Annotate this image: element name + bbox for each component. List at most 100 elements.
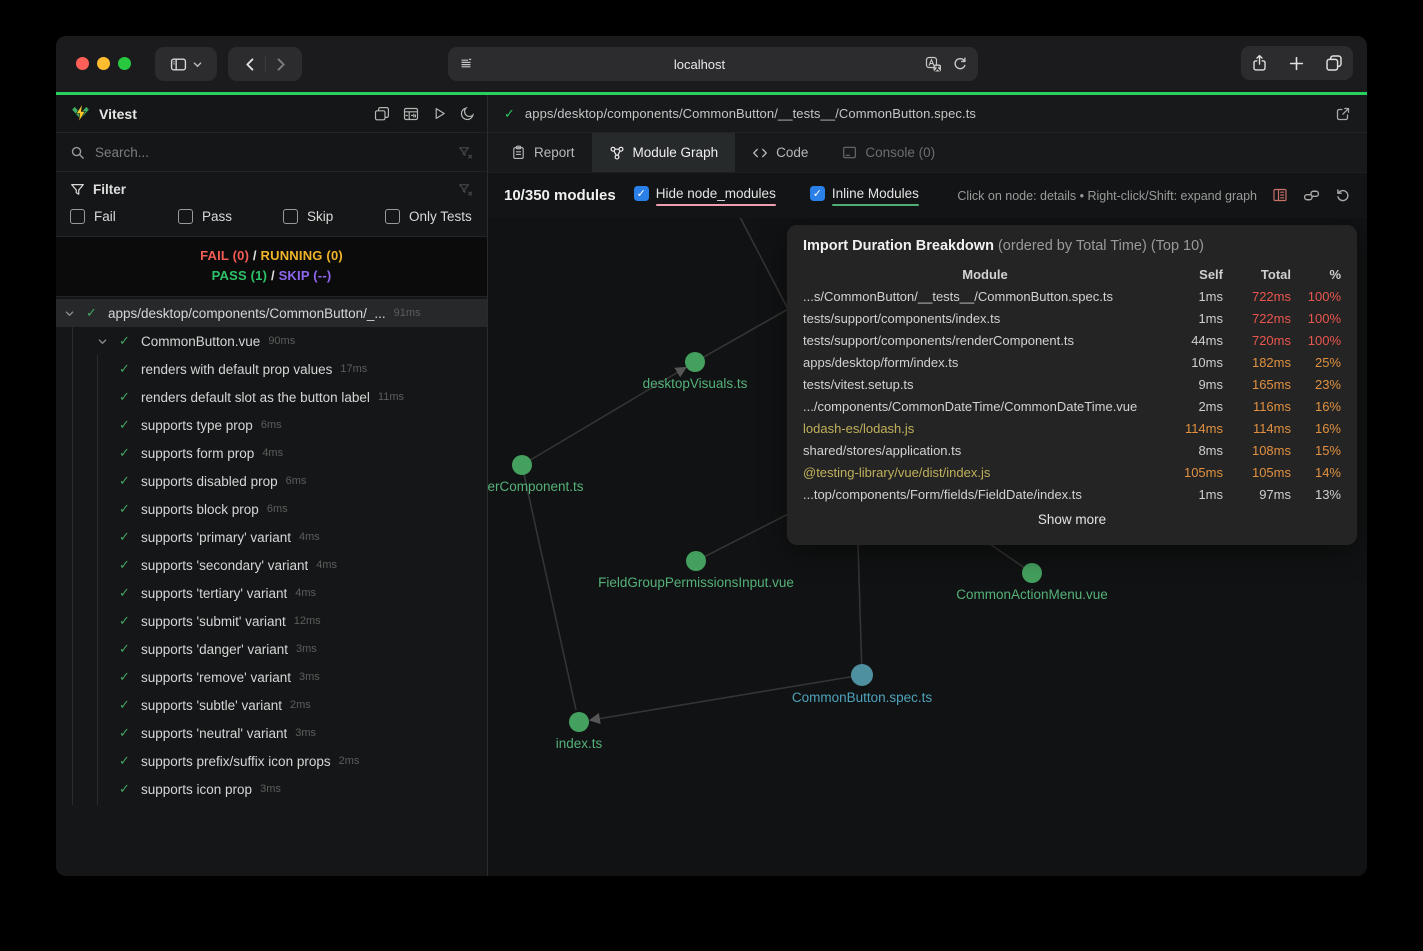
test-suite-row[interactable]: ✓CommonButton.vue90ms bbox=[56, 327, 487, 355]
table-row[interactable]: .../components/CommonDateTime/CommonDate… bbox=[803, 395, 1341, 417]
test-case-row[interactable]: ✓supports icon prop3ms bbox=[56, 775, 487, 803]
graph-edge bbox=[695, 308, 790, 362]
pass-check-icon: ✓ bbox=[119, 417, 141, 433]
checkbox-icon[interactable] bbox=[178, 209, 193, 224]
legend-icon[interactable] bbox=[1272, 187, 1288, 204]
test-file-row[interactable]: ✓apps/desktop/components/CommonButton/_.… bbox=[56, 299, 487, 327]
tab-report[interactable]: Report bbox=[494, 133, 592, 172]
test-case-row[interactable]: ✓supports 'subtle' variant2ms bbox=[56, 691, 487, 719]
graph-node-CommonButtonSpec[interactable] bbox=[851, 664, 873, 686]
show-more-button[interactable]: Show more bbox=[803, 512, 1341, 527]
back-icon[interactable] bbox=[242, 56, 259, 73]
expand-graph-icon[interactable] bbox=[1303, 187, 1320, 204]
test-case-row[interactable]: ✓supports 'primary' variant4ms bbox=[56, 523, 487, 551]
checkbox-icon[interactable] bbox=[70, 209, 85, 224]
table-row[interactable]: tests/support/components/renderComponent… bbox=[803, 329, 1341, 351]
fail-count: FAIL (0) bbox=[200, 248, 249, 263]
test-tree: ✓apps/desktop/components/CommonButton/_.… bbox=[56, 297, 487, 876]
filter-checkbox-only-tests[interactable]: Only Tests bbox=[385, 209, 472, 224]
test-case-row[interactable]: ✓supports block prop6ms bbox=[56, 495, 487, 523]
test-duration: 91ms bbox=[394, 307, 421, 319]
test-duration: 4ms bbox=[316, 559, 337, 571]
test-case-row[interactable]: ✓supports 'submit' variant12ms bbox=[56, 607, 487, 635]
test-case-row[interactable]: ✓supports 'remove' variant3ms bbox=[56, 663, 487, 691]
checkbox-icon[interactable] bbox=[283, 209, 298, 224]
graph-node-label-FieldGroupPermissionsInput[interactable]: FieldGroupPermissionsInput.vue bbox=[598, 575, 794, 590]
graph-node-label-index[interactable]: index.ts bbox=[556, 736, 603, 751]
forward-icon[interactable] bbox=[272, 56, 289, 73]
chevron-down-icon[interactable] bbox=[97, 336, 119, 347]
checked-checkbox-icon[interactable]: ✓ bbox=[634, 186, 649, 201]
test-case-row[interactable]: ✓supports 'tertiary' variant4ms bbox=[56, 579, 487, 607]
tab-module-graph[interactable]: Module Graph bbox=[592, 133, 736, 172]
pass-check-icon: ✓ bbox=[119, 333, 141, 349]
table-row[interactable]: tests/vitest.setup.ts9ms165ms23% bbox=[803, 373, 1341, 395]
search-icon bbox=[70, 145, 85, 160]
test-case-row[interactable]: ✓supports type prop6ms bbox=[56, 411, 487, 439]
graph-toolbar: 10/350 modules ✓Hide node_modules✓Inline… bbox=[488, 173, 1367, 218]
table-row[interactable]: tests/support/components/index.ts1ms722m… bbox=[803, 307, 1341, 329]
browser-window-buttons bbox=[1241, 46, 1353, 80]
tab-console-0[interactable]: Console (0) bbox=[825, 133, 952, 172]
table-row[interactable]: lodash-es/lodash.js114ms114ms16% bbox=[803, 417, 1341, 439]
table-row[interactable]: ...top/components/Form/fields/FieldDate/… bbox=[803, 483, 1341, 505]
clear-filter-icon[interactable] bbox=[458, 182, 473, 197]
table-row[interactable]: apps/desktop/form/index.ts10ms182ms25% bbox=[803, 351, 1341, 373]
new-tab-icon[interactable] bbox=[1288, 55, 1305, 72]
filter-checkbox-skip[interactable]: Skip bbox=[283, 209, 385, 224]
graph-node-FieldGroupPermissionsInput[interactable] bbox=[686, 551, 706, 571]
graph-node-CommonActionMenu[interactable] bbox=[1022, 563, 1042, 583]
graph-filter-inline-modules[interactable]: ✓Inline Modules bbox=[810, 186, 919, 206]
open-externally-icon[interactable] bbox=[1335, 106, 1351, 122]
graph-node-index[interactable] bbox=[569, 712, 589, 732]
minimize-window-button[interactable] bbox=[97, 57, 110, 70]
checked-checkbox-icon[interactable]: ✓ bbox=[810, 186, 825, 201]
translate-icon[interactable] bbox=[925, 56, 942, 73]
table-row[interactable]: @testing-library/vue/dist/index.js105ms1… bbox=[803, 461, 1341, 483]
test-duration: 11ms bbox=[378, 391, 404, 403]
graph-node-renderComponent[interactable] bbox=[512, 455, 532, 475]
reload-icon[interactable] bbox=[952, 56, 968, 72]
panels-icon[interactable] bbox=[374, 106, 390, 122]
browser-window: localhost bbox=[56, 36, 1367, 876]
graph-node-label-desktopVisuals[interactable]: desktopVisuals.ts bbox=[643, 376, 748, 391]
address-bar[interactable]: localhost bbox=[448, 47, 978, 81]
test-case-row[interactable]: ✓renders with default prop values17ms bbox=[56, 355, 487, 383]
graph-edge bbox=[522, 465, 576, 710]
test-case-row[interactable]: ✓renders default slot as the button labe… bbox=[56, 383, 487, 411]
dark-mode-icon[interactable] bbox=[460, 106, 475, 122]
graph-node-label-CommonButtonSpec[interactable]: CommonButton.spec.ts bbox=[792, 690, 933, 705]
graph-node-label-renderComponent[interactable]: renderComponent.ts bbox=[488, 479, 584, 494]
table-row[interactable]: ...s/CommonButton/__tests__/CommonButton… bbox=[803, 285, 1341, 307]
clear-search-filter-icon[interactable] bbox=[458, 145, 473, 160]
test-case-row[interactable]: ✓supports disabled prop6ms bbox=[56, 467, 487, 495]
run-all-icon[interactable] bbox=[432, 106, 447, 122]
share-icon[interactable] bbox=[1251, 54, 1268, 72]
zoom-window-button[interactable] bbox=[118, 57, 131, 70]
test-case-row[interactable]: ✓supports 'danger' variant3ms bbox=[56, 635, 487, 663]
test-duration: 4ms bbox=[295, 587, 316, 599]
graph-edge bbox=[858, 545, 862, 675]
graph-filter-hide-node-modules[interactable]: ✓Hide node_modules bbox=[634, 186, 776, 206]
search-input[interactable] bbox=[95, 145, 458, 160]
reader-icon[interactable] bbox=[458, 56, 474, 72]
checkbox-icon[interactable] bbox=[385, 209, 400, 224]
tab-overview-icon[interactable] bbox=[1325, 54, 1343, 72]
test-case-row[interactable]: ✓supports 'neutral' variant3ms bbox=[56, 719, 487, 747]
test-case-row[interactable]: ✓supports 'secondary' variant4ms bbox=[56, 551, 487, 579]
test-case-row[interactable]: ✓supports form prop4ms bbox=[56, 439, 487, 467]
test-case-row[interactable]: ✓supports prefix/suffix icon props2ms bbox=[56, 747, 487, 775]
reset-icon[interactable] bbox=[1335, 187, 1351, 204]
table-header-row: ModuleSelfTotal% bbox=[803, 263, 1341, 285]
graph-node-desktopVisuals[interactable] bbox=[685, 352, 705, 372]
test-duration: 3ms bbox=[296, 643, 317, 655]
tab-code[interactable]: Code bbox=[735, 133, 825, 172]
graph-node-label-CommonActionMenu[interactable]: CommonActionMenu.vue bbox=[956, 587, 1108, 602]
table-row[interactable]: shared/stores/application.ts8ms108ms15% bbox=[803, 439, 1341, 461]
browser-sidebar-toggle[interactable] bbox=[155, 47, 217, 81]
chevron-down-icon[interactable] bbox=[64, 308, 86, 319]
dashboard-icon[interactable] bbox=[403, 106, 419, 122]
filter-checkbox-pass[interactable]: Pass bbox=[178, 209, 283, 224]
filter-checkbox-fail[interactable]: Fail bbox=[70, 209, 178, 224]
close-window-button[interactable] bbox=[76, 57, 89, 70]
